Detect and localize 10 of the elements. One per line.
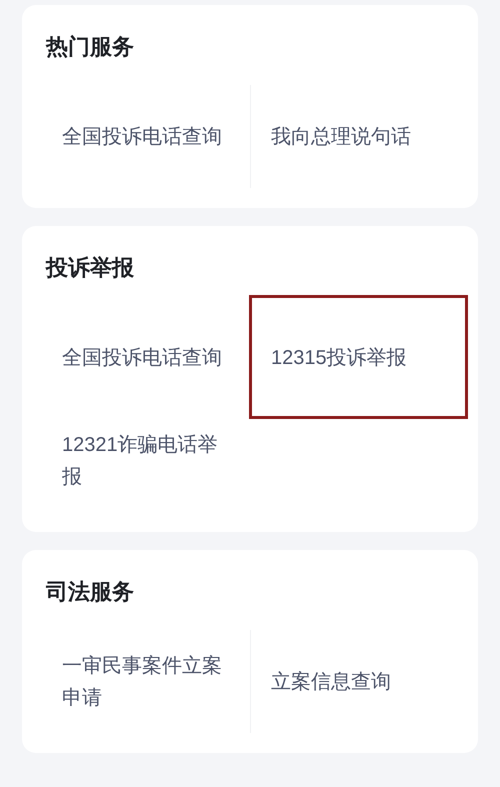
service-link[interactable]: 12321诈骗电话举报: [62, 428, 224, 492]
section-title: 司法服务: [46, 578, 135, 606]
service-link[interactable]: 全国投诉电话查询: [62, 120, 224, 152]
service-link[interactable]: 我向总理说句话: [271, 120, 433, 152]
service-link[interactable]: 一审民事案件立案申请: [62, 650, 224, 714]
section-title: 热门服务: [46, 33, 135, 61]
service-link[interactable]: 12315投诉举报: [271, 342, 433, 374]
section-title: 投诉举报: [46, 254, 135, 282]
service-link[interactable]: 立案信息查询: [271, 666, 433, 698]
service-link[interactable]: 全国投诉电话查询: [62, 342, 224, 374]
